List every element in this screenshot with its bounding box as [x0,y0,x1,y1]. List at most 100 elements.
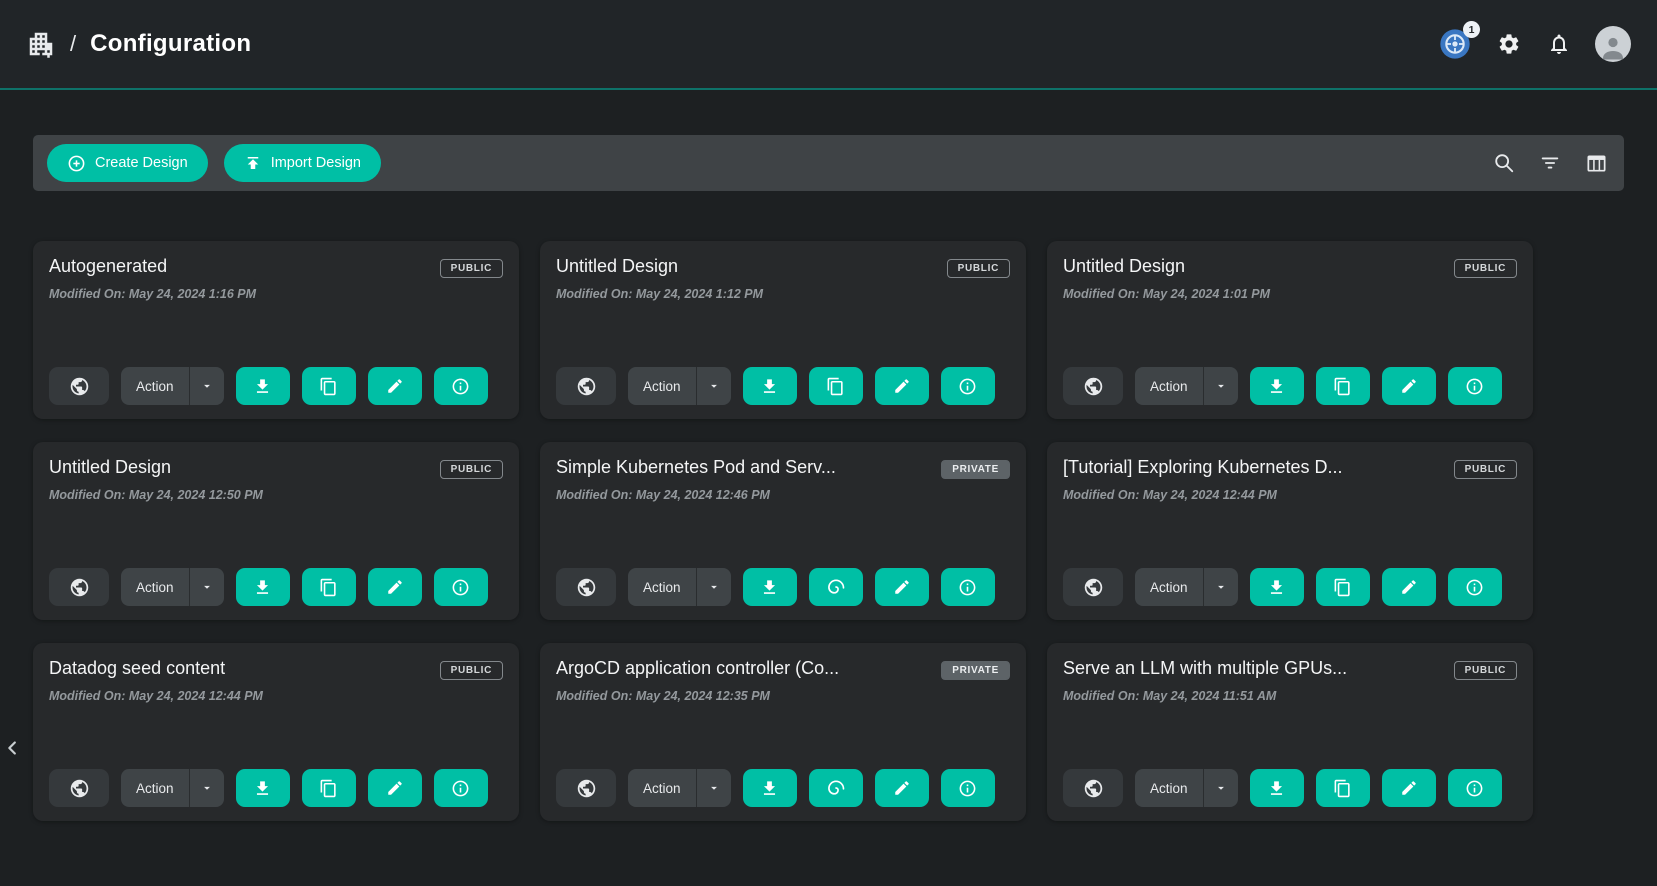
edit-button[interactable] [875,568,929,606]
edit-button[interactable] [875,367,929,405]
chevron-down-icon [707,580,721,594]
notifications-button[interactable] [1545,30,1573,58]
info-button[interactable] [941,769,995,807]
download-icon [760,377,779,396]
download-icon [1267,377,1286,396]
globe-icon [1083,778,1104,799]
action-button[interactable]: Action [121,367,190,405]
action-button[interactable]: Action [121,568,190,606]
clone-button[interactable] [302,367,356,405]
download-button[interactable] [1250,568,1304,606]
sidebar-collapse-button[interactable] [0,733,26,766]
visibility-globe-button[interactable] [556,367,616,405]
action-dropdown-button[interactable] [1204,568,1238,606]
action-button[interactable]: Action [1135,769,1204,807]
download-button[interactable] [236,769,290,807]
visibility-badge: PUBLIC [440,661,503,680]
action-button[interactable]: Action [1135,367,1204,405]
action-button[interactable]: Action [1135,568,1204,606]
clone-button[interactable] [1316,769,1370,807]
action-dropdown-button[interactable] [190,568,224,606]
info-button[interactable] [434,367,488,405]
edit-button[interactable] [1382,769,1436,807]
edit-button[interactable] [368,769,422,807]
action-dropdown-button[interactable] [697,367,731,405]
pencil-icon [1400,578,1418,596]
action-dropdown-button[interactable] [697,568,731,606]
visibility-globe-button[interactable] [556,568,616,606]
design-card: Autogenerated PUBLIC Modified On: May 24… [33,241,519,419]
action-dropdown-button[interactable] [1204,769,1238,807]
action-dropdown-button[interactable] [190,769,224,807]
action-dropdown-button[interactable] [190,367,224,405]
visibility-globe-button[interactable] [49,367,109,405]
user-avatar[interactable] [1595,26,1631,62]
action-button[interactable]: Action [121,769,190,807]
visibility-globe-button[interactable] [1063,769,1123,807]
visibility-globe-button[interactable] [49,769,109,807]
info-button[interactable] [434,568,488,606]
visibility-globe-button[interactable] [556,769,616,807]
visibility-badge: PUBLIC [440,259,503,278]
action-dropdown-button[interactable] [1204,367,1238,405]
modified-on-text: Modified On: May 24, 2024 12:50 PM [49,488,503,502]
download-icon [253,578,272,597]
filter-button[interactable] [1537,150,1563,176]
open-in-kanvas-button[interactable] [809,769,863,807]
info-button[interactable] [941,367,995,405]
visibility-globe-button[interactable] [1063,367,1123,405]
globe-icon [576,778,597,799]
action-split-button: Action [121,367,224,405]
edit-button[interactable] [875,769,929,807]
edit-button[interactable] [1382,568,1436,606]
download-button[interactable] [743,568,797,606]
settings-button[interactable] [1495,30,1523,58]
info-button[interactable] [1448,769,1502,807]
spiral-icon [826,778,846,798]
table-view-button[interactable] [1583,150,1610,177]
download-icon [253,377,272,396]
info-icon [1465,377,1484,396]
bell-icon [1547,32,1571,56]
create-design-button[interactable]: Create Design [47,144,208,182]
edit-button[interactable] [368,367,422,405]
globe-icon [576,577,597,598]
visibility-globe-button[interactable] [1063,568,1123,606]
edit-button[interactable] [368,568,422,606]
clone-button[interactable] [1316,568,1370,606]
download-button[interactable] [743,769,797,807]
info-button[interactable] [1448,568,1502,606]
info-button[interactable] [1448,367,1502,405]
organization-building-icon[interactable] [26,29,56,59]
clone-button[interactable] [302,769,356,807]
download-button[interactable] [1250,769,1304,807]
action-button[interactable]: Action [628,769,697,807]
design-title: ArgoCD application controller (Co... [556,658,839,679]
card-action-bar: Action [49,568,503,606]
visibility-globe-button[interactable] [49,568,109,606]
download-button[interactable] [1250,367,1304,405]
action-button[interactable]: Action [628,367,697,405]
import-design-button[interactable]: Import Design [224,144,381,182]
cloud-provider-button[interactable]: 1 [1437,26,1473,62]
edit-button[interactable] [1382,367,1436,405]
clone-button[interactable] [302,568,356,606]
info-button[interactable] [434,769,488,807]
download-button[interactable] [236,367,290,405]
action-button[interactable]: Action [628,568,697,606]
search-button[interactable] [1491,150,1517,176]
clone-button[interactable] [1316,367,1370,405]
info-button[interactable] [941,568,995,606]
download-button[interactable] [236,568,290,606]
info-icon [451,377,470,396]
action-dropdown-button[interactable] [697,769,731,807]
download-button[interactable] [743,367,797,405]
card-action-bar: Action [556,367,1010,405]
open-in-kanvas-button[interactable] [809,568,863,606]
clone-button[interactable] [809,367,863,405]
pencil-icon [386,578,404,596]
chevron-down-icon [200,379,214,393]
globe-icon [1083,577,1104,598]
chevron-down-icon [200,781,214,795]
app-header: / Configuration 1 [0,0,1657,90]
